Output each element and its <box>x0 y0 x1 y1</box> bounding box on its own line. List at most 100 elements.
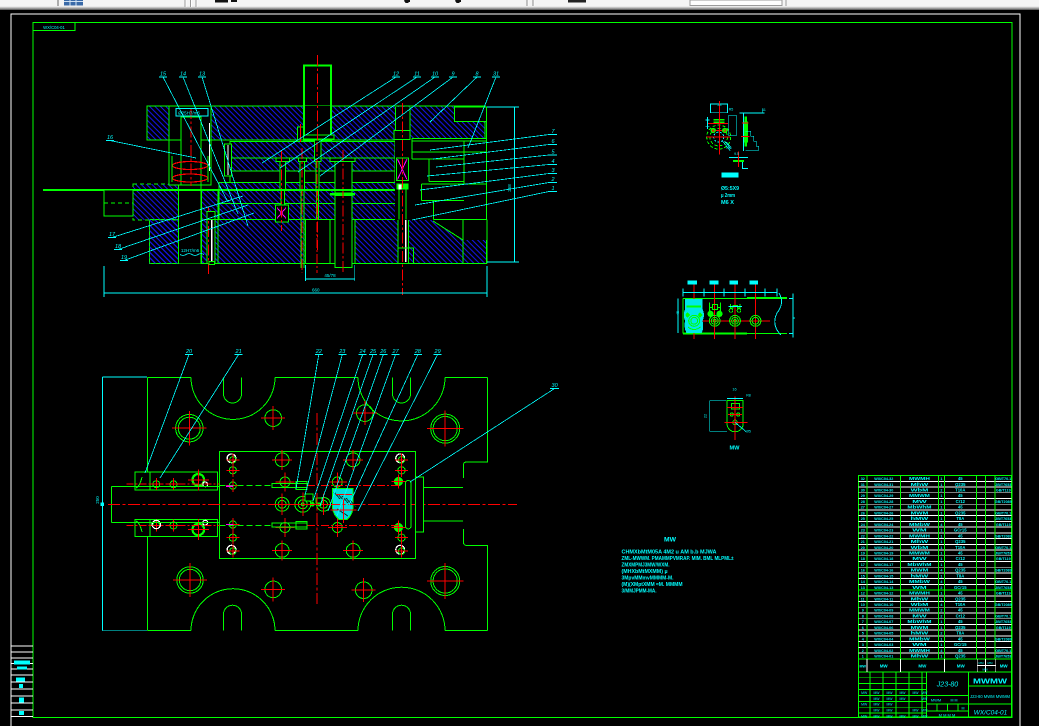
svg-text:T8A: T8A <box>956 631 964 636</box>
svg-text:GB/T119: GB/T119 <box>996 523 1011 527</box>
svg-text:R5: R5 <box>729 108 734 112</box>
svg-text:WX/C04-19: WX/C04-19 <box>874 552 893 556</box>
svg-text:45: 45 <box>958 476 963 481</box>
svg-text:WX/C04-31: WX/C04-31 <box>874 483 893 487</box>
svg-text:45: 45 <box>958 522 963 527</box>
svg-text:3MpvMMmvMMMM-M.: 3MpvMMmvMMMM-M. <box>622 576 674 582</box>
svg-text:M M M M: M M M M <box>939 712 956 717</box>
svg-text:Q235: Q235 <box>955 510 966 515</box>
svg-text:WX/C04-16: WX/C04-16 <box>874 569 893 573</box>
svg-text:Q235: Q235 <box>955 568 966 573</box>
svg-text:17: 17 <box>861 563 865 567</box>
svg-text:MWM: MWM <box>911 510 929 515</box>
svg-text:Q235: Q235 <box>955 596 966 601</box>
svg-text:1: 1 <box>940 500 942 504</box>
svg-text:2: 2 <box>940 489 942 493</box>
svg-text:MbWhM: MbWhM <box>907 619 931 624</box>
svg-text:MW: MW <box>912 499 928 504</box>
svg-text:Q235: Q235 <box>955 654 966 659</box>
svg-text:WX/C04-02: WX/C04-02 <box>874 649 893 653</box>
svg-text:WX/C04-11: WX/C04-11 <box>874 597 893 601</box>
svg-text:WX/C04-14: WX/C04-14 <box>874 580 894 584</box>
svg-text:Q235: Q235 <box>955 625 966 630</box>
svg-text:12: 12 <box>861 592 865 596</box>
svg-text:45: 45 <box>958 533 963 538</box>
svg-text:GB/T2089: GB/T2089 <box>995 637 1012 641</box>
svg-text:WX/C04-25: WX/C04-25 <box>874 517 893 521</box>
svg-text:1: 1 <box>940 597 942 601</box>
svg-text:660: 660 <box>312 288 320 293</box>
svg-text:MW: MW <box>861 715 868 719</box>
svg-text:9: 9 <box>862 609 864 613</box>
svg-text:GB/T70.1: GB/T70.1 <box>995 477 1011 481</box>
svg-text:MW: MW <box>730 446 741 452</box>
svg-text:MW: MW <box>921 697 928 701</box>
svg-text:19: 19 <box>861 552 865 556</box>
svg-text:T10A: T10A <box>955 602 965 607</box>
svg-text:8: 8 <box>862 615 864 619</box>
svg-text:22: 22 <box>704 414 708 418</box>
svg-text:T8A: T8A <box>956 573 964 578</box>
svg-text:(MHXbMtMXMM) µ: (MHXbMtMXMM) µ <box>622 569 668 575</box>
svg-text:5: 5 <box>862 632 864 636</box>
svg-text:31: 31 <box>861 483 865 487</box>
svg-text:MW: MW <box>1000 664 1009 669</box>
svg-text:WM: WM <box>912 585 927 590</box>
svg-text:2: 2 <box>940 609 942 613</box>
svg-text:1: 1 <box>940 477 942 481</box>
svg-text:MhW: MhW <box>911 539 930 544</box>
svg-text:MMWM: MMWM <box>909 493 930 498</box>
svg-text:GB/T119: GB/T119 <box>996 557 1011 561</box>
svg-text:JB/T7653: JB/T7653 <box>995 586 1011 590</box>
svg-text:45: 45 <box>958 493 963 498</box>
svg-text:28: 28 <box>861 500 865 504</box>
svg-text:16: 16 <box>732 388 736 392</box>
svg-text:30: 30 <box>861 489 865 493</box>
svg-text:1: 1 <box>940 637 942 641</box>
svg-text:WX/C04-01: WX/C04-01 <box>43 25 65 30</box>
svg-text:T8A: T8A <box>956 516 964 521</box>
svg-text:45: 45 <box>958 619 963 624</box>
svg-text:MW: MW <box>886 691 893 695</box>
svg-text:GCr15: GCr15 <box>954 528 967 533</box>
svg-text:32: 32 <box>861 477 865 481</box>
svg-text:1: 1 <box>940 546 942 550</box>
svg-text:1: 1 <box>940 506 942 510</box>
svg-text:2: 2 <box>940 632 942 636</box>
svg-text:JB/T7653: JB/T7653 <box>995 655 1011 659</box>
svg-text:WX/C04-18: WX/C04-18 <box>874 557 893 561</box>
svg-text:MbWhM: MbWhM <box>907 505 931 510</box>
svg-text:25: 25 <box>861 517 865 521</box>
svg-text:WX/C04-23: WX/C04-23 <box>874 529 893 533</box>
svg-text:MWM: MWM <box>911 625 929 630</box>
svg-text:MW: MW <box>957 664 966 669</box>
svg-text:6: 6 <box>862 626 864 630</box>
svg-text:24: 24 <box>717 103 721 107</box>
svg-text:µ 2mm: µ 2mm <box>721 193 735 199</box>
svg-text:Cr12: Cr12 <box>956 499 966 504</box>
svg-text:Cr12: Cr12 <box>956 614 966 619</box>
svg-text:WX/C04-15: WX/C04-15 <box>874 574 893 578</box>
svg-text:WX/C04-28: WX/C04-28 <box>874 500 893 504</box>
svg-text:GB/T70.1: GB/T70.1 <box>995 511 1011 515</box>
svg-text:22: 22 <box>861 534 865 538</box>
svg-text:CHMXbMtM05A 4M2 u AM b.b MJWA: CHMXbMtM05A 4M2 u AM b.b MJWA <box>622 550 717 556</box>
svg-text:11: 11 <box>762 108 766 112</box>
svg-text:45: 45 <box>958 591 963 596</box>
svg-text:MW: MW <box>912 715 919 719</box>
svg-text:GB/T2089: GB/T2089 <box>995 534 1012 538</box>
svg-text:WX/C04-32: WX/C04-32 <box>874 477 893 481</box>
svg-text:1: 1 <box>940 620 942 624</box>
svg-text:1: 1 <box>940 494 942 498</box>
svg-text:1: 1 <box>940 643 942 647</box>
svg-text:MMWM: MMWM <box>909 608 930 613</box>
svg-text:WX/C04-01: WX/C04-01 <box>974 710 1008 717</box>
svg-text:45: 45 <box>958 648 963 653</box>
svg-text:MW: MW <box>886 715 893 719</box>
svg-text:T10A: T10A <box>955 488 965 493</box>
svg-text:250: 250 <box>95 496 100 504</box>
svg-text:20: 20 <box>861 546 865 550</box>
svg-text:MhW: MhW <box>911 596 930 601</box>
svg-text:MW: MW <box>873 709 880 713</box>
svg-text:WX/C04-08: WX/C04-08 <box>874 615 893 619</box>
